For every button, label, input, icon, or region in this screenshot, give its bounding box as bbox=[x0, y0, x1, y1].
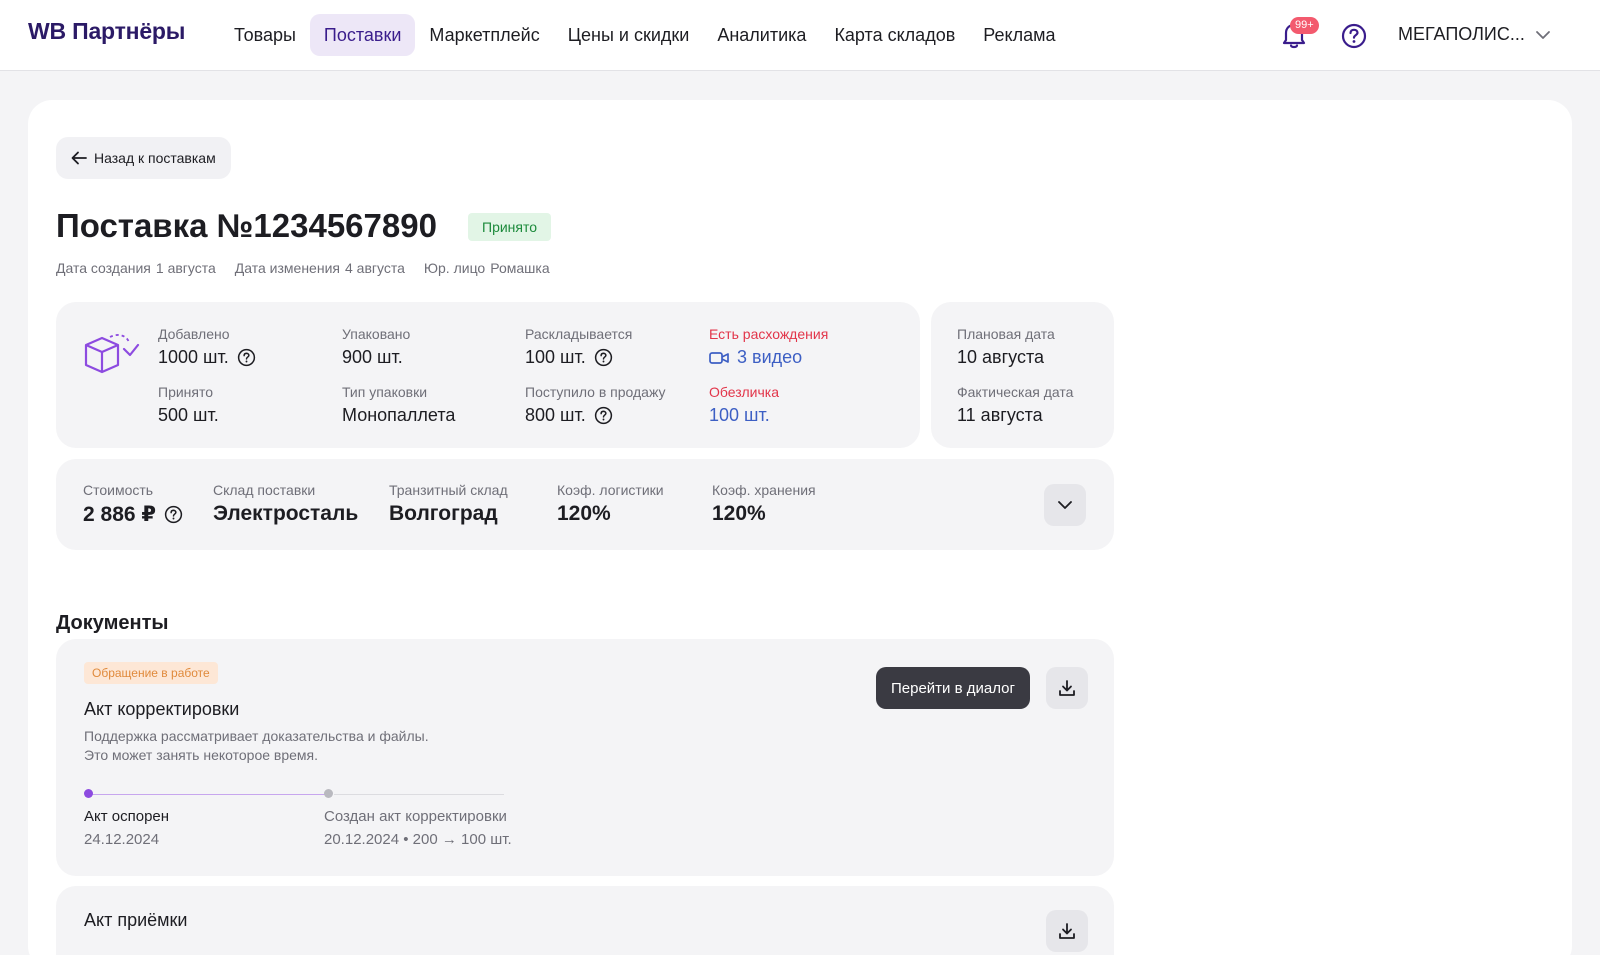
actual-date-value: 11 августа bbox=[957, 405, 1043, 425]
added-value-wrap: 1000 шт. bbox=[158, 347, 256, 368]
added-value: 1000 шт. bbox=[158, 347, 229, 367]
timeline-rest bbox=[334, 794, 504, 795]
created-value: 1 августа bbox=[155, 260, 216, 276]
doc-description-line: Поддержка рассматривает доказательства и… bbox=[84, 728, 429, 744]
pack-type-label: Тип упаковки bbox=[342, 384, 428, 400]
status-badge: Принято bbox=[468, 213, 552, 241]
timeline-dot bbox=[324, 789, 333, 798]
cost-value: 2 886 ₽ bbox=[83, 503, 156, 526]
arrow-left-icon bbox=[71, 151, 87, 165]
download-button[interactable] bbox=[1046, 910, 1088, 952]
created-label: Дата создания bbox=[56, 260, 151, 276]
video-icon bbox=[709, 351, 729, 364]
download-icon bbox=[1059, 680, 1075, 696]
expand-button[interactable] bbox=[1044, 484, 1086, 526]
help-icon[interactable] bbox=[1341, 23, 1367, 49]
planned-date-value: 10 августа bbox=[957, 347, 1045, 367]
accepted-value: 500 шт. bbox=[158, 405, 219, 425]
modified-value: 4 августа bbox=[344, 260, 405, 276]
nav-item-analytics[interactable]: Аналитика bbox=[703, 14, 820, 56]
storage-label: Коэф. хранения bbox=[712, 482, 816, 498]
entity-value: Ромашка bbox=[490, 260, 550, 276]
packed-label: Упаковано bbox=[342, 326, 411, 342]
discrepancy-value: 3 видео bbox=[737, 347, 803, 367]
timeline-dot-active bbox=[84, 789, 93, 798]
entity-label: Юр. лицо bbox=[423, 260, 486, 276]
transit-value: Волгоград bbox=[389, 502, 498, 525]
doc-description: Поддержка рассматривает доказательства и… bbox=[84, 727, 584, 765]
nav-item-ads[interactable]: Реклама bbox=[969, 14, 1069, 56]
question-icon[interactable] bbox=[237, 348, 256, 367]
page-title: Поставка №1234567890 bbox=[56, 207, 437, 244]
notification-badge: 99+ bbox=[1290, 17, 1319, 34]
supply-meta: Дата создания 1 августа Дата изменения 4 а… bbox=[56, 260, 550, 276]
timeline-progress bbox=[92, 794, 325, 795]
logistics-label: Коэф. логистики bbox=[557, 482, 664, 498]
chevron-down-icon bbox=[1058, 501, 1072, 509]
timeline-step-title: Создан акт корректировки bbox=[324, 808, 507, 825]
nav-item-supplies[interactable]: Поставки bbox=[309, 14, 416, 56]
on-sale-value-wrap: 800 шт. bbox=[525, 405, 613, 426]
depersonalized-value[interactable]: 100 шт. bbox=[709, 405, 770, 426]
accepted-label: Принято bbox=[158, 384, 214, 400]
nav-item-warehouse-map[interactable]: Карта складов bbox=[820, 14, 969, 56]
main-nav: Товары Поставки Маркетплейс Цены и скидк… bbox=[220, 14, 1069, 56]
top-navigation-bar: WB Партнёры Товары Поставки Маркетплейс … bbox=[0, 0, 1600, 71]
timeline-step-title: Акт оспорен bbox=[84, 808, 170, 825]
status-tag: Обращение в работе bbox=[84, 662, 218, 684]
warehouse-label: Склад поставки bbox=[213, 482, 316, 498]
box-icon bbox=[84, 334, 140, 374]
planned-date-label: Плановая дата bbox=[957, 326, 1055, 342]
cost-card: Стоимость 2 886 ₽ Склад поставки Электро… bbox=[56, 459, 1114, 550]
back-label: Назад к поставкам bbox=[94, 150, 216, 166]
pack-type-value: Монопаллета bbox=[342, 405, 456, 425]
cost-value-wrap: 2 886 ₽ bbox=[83, 502, 183, 527]
question-icon[interactable] bbox=[164, 505, 183, 524]
discrepancy-label: Есть расхождения bbox=[709, 326, 829, 342]
discrepancy-video-link[interactable]: 3 видео bbox=[709, 347, 802, 368]
logistics-value: 120% bbox=[557, 502, 611, 525]
question-icon[interactable] bbox=[594, 406, 613, 425]
logo[interactable]: WB Партнёры bbox=[28, 18, 185, 45]
cost-label: Стоимость bbox=[83, 482, 154, 498]
account-name: МЕГАПОЛИС... bbox=[1398, 24, 1525, 44]
on-sale-value: 800 шт. bbox=[525, 405, 586, 425]
added-label: Добавлено bbox=[158, 326, 230, 342]
nav-item-marketplace[interactable]: Маркетплейс bbox=[415, 14, 553, 56]
doc-title: Акт приёмки bbox=[84, 910, 188, 930]
correction-act-card: Обращение в работе Акт корректировки Под… bbox=[56, 639, 1114, 876]
actual-date-label: Фактическая дата bbox=[957, 384, 1074, 400]
supply-details-card: Назад к поставкам Поставка №1234567890 П… bbox=[28, 100, 1572, 955]
documents-title: Документы bbox=[56, 612, 169, 634]
nav-item-prices[interactable]: Цены и скидки bbox=[554, 14, 704, 56]
question-icon[interactable] bbox=[594, 348, 613, 367]
download-button[interactable] bbox=[1046, 667, 1088, 709]
timeline-step-date: 20.12.2024 • 200 → 100 шт. bbox=[324, 831, 512, 848]
account-menu[interactable]: МЕГАПОЛИС... bbox=[1398, 24, 1551, 45]
depersonalized-label: Обезличка bbox=[709, 384, 779, 400]
acceptance-act-card: Акт приёмки bbox=[56, 886, 1114, 955]
sorting-value: 100 шт. bbox=[525, 347, 586, 367]
doc-description-line: Это может занять некоторое время. bbox=[84, 747, 319, 763]
download-icon bbox=[1059, 923, 1075, 939]
go-to-dialog-button[interactable]: Перейти в диалог bbox=[876, 667, 1030, 709]
warehouse-value: Электросталь bbox=[213, 502, 359, 525]
nav-item-goods[interactable]: Товары bbox=[220, 14, 310, 56]
doc-title: Акт корректировки bbox=[84, 699, 240, 719]
chevron-down-icon bbox=[1535, 30, 1550, 39]
sorting-value-wrap: 100 шт. bbox=[525, 347, 613, 368]
transit-label: Транзитный склад bbox=[389, 482, 508, 498]
sorting-label: Раскладывается bbox=[525, 326, 633, 342]
on-sale-label: Поступило в продажу bbox=[525, 384, 666, 400]
back-to-supplies-button[interactable]: Назад к поставкам bbox=[56, 137, 231, 179]
quantities-card: Добавлено 1000 шт. Упаковано 900 шт. Рас… bbox=[56, 302, 920, 448]
timeline-step-date: 24.12.2024 bbox=[84, 831, 160, 848]
storage-value: 120% bbox=[712, 502, 766, 525]
dates-card: Плановая дата 10 августа Фактическая дат… bbox=[931, 302, 1114, 448]
packed-value: 900 шт. bbox=[342, 347, 403, 367]
modified-label: Дата изменения bbox=[234, 260, 340, 276]
